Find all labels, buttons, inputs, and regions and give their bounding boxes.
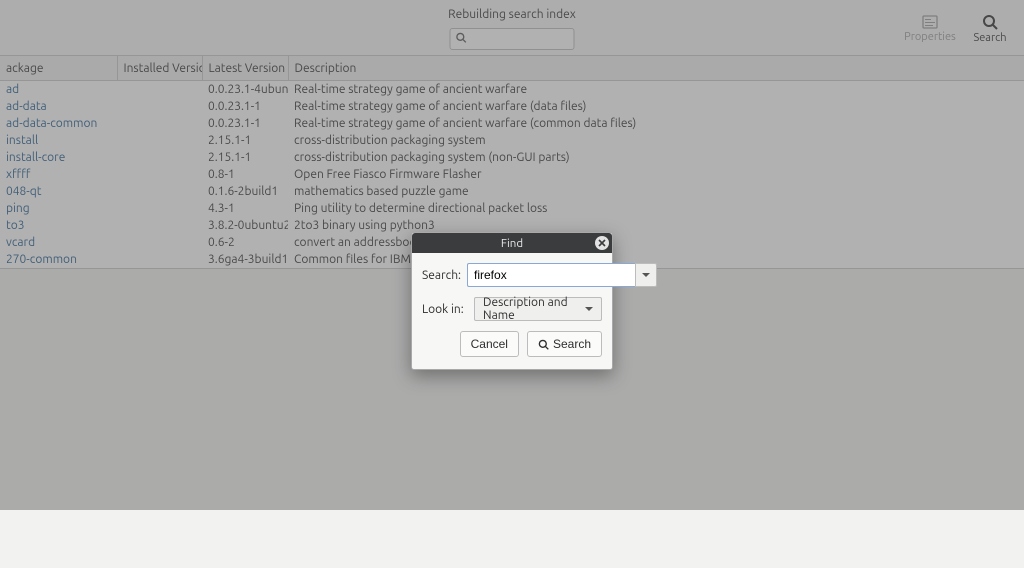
dialog-button-row: Cancel Search	[422, 331, 602, 357]
chevron-down-icon	[585, 307, 593, 311]
search-button-label: Search	[553, 337, 591, 351]
dialog-body: Search: Look in: Description and Name Ca…	[412, 253, 612, 369]
dialog-search-label: Search:	[422, 269, 461, 282]
find-dialog: Find Search: Look in: Description and Na…	[411, 232, 613, 370]
dialog-search-row: Search:	[422, 263, 602, 287]
cancel-label: Cancel	[471, 337, 508, 351]
dialog-titlebar[interactable]: Find	[412, 233, 612, 253]
chevron-down-icon	[642, 273, 650, 277]
dialog-lookin-row: Look in: Description and Name	[422, 297, 602, 321]
dialog-history-button[interactable]	[635, 263, 657, 287]
close-icon	[598, 239, 606, 247]
dialog-lookin-label: Look in:	[422, 303, 468, 316]
search-icon	[538, 339, 549, 350]
search-button[interactable]: Search	[527, 331, 602, 357]
dialog-lookin-select[interactable]: Description and Name	[474, 297, 602, 321]
dialog-title: Find	[501, 237, 523, 250]
dialog-search-input[interactable]	[467, 263, 635, 287]
cancel-button[interactable]: Cancel	[460, 331, 519, 357]
dialog-close-button[interactable]	[595, 236, 609, 250]
dialog-lookin-value: Description and Name	[483, 296, 585, 322]
dialog-search-group	[467, 263, 657, 287]
